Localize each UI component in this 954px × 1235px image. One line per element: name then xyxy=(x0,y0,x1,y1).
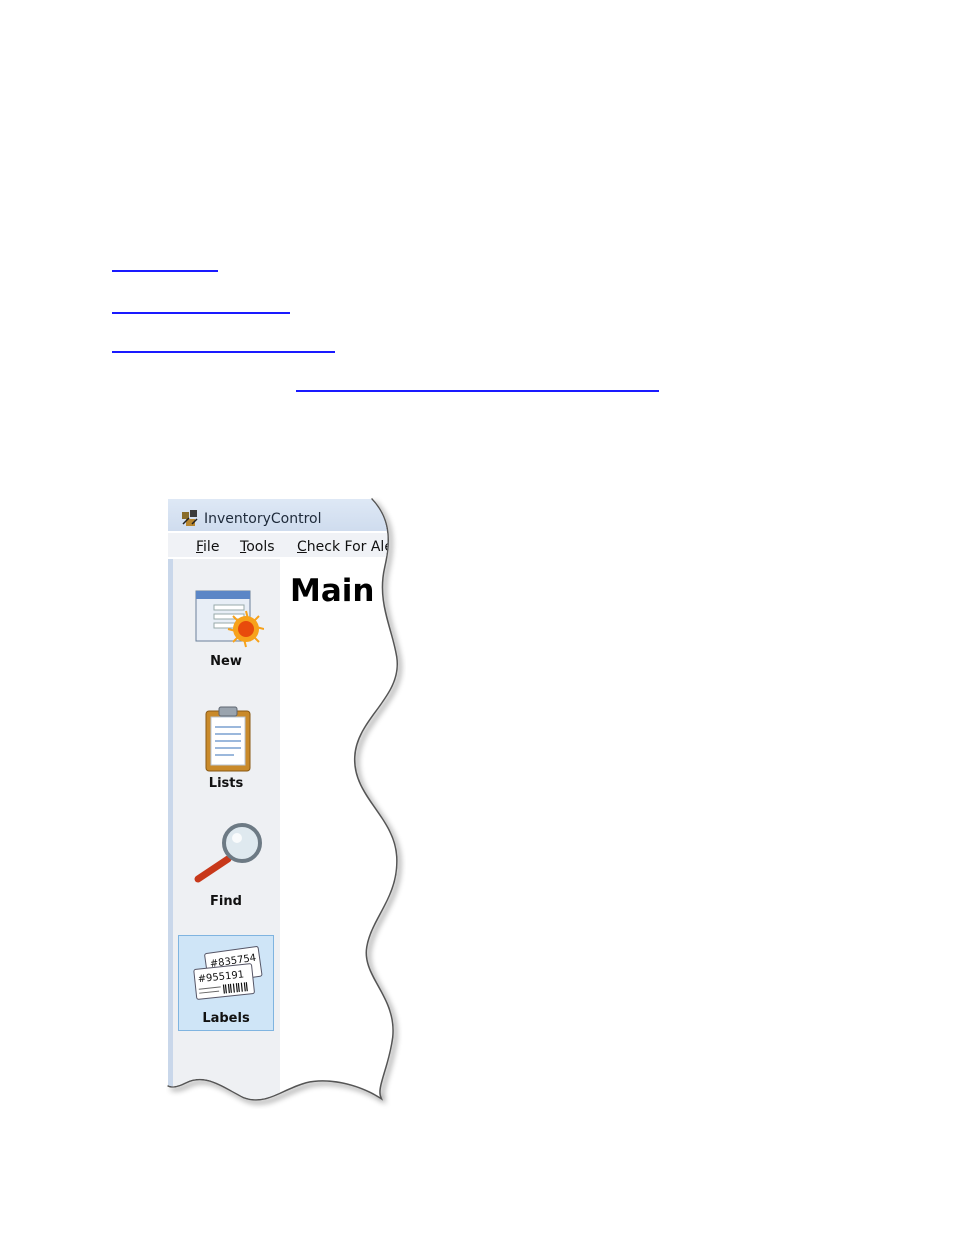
menu-bar: File Tools Check For Aler xyxy=(166,533,408,557)
menu-tools-label: ools xyxy=(246,539,275,555)
doc-link-3[interactable] xyxy=(112,351,335,353)
barcode-labels-icon: #835754 #955191 xyxy=(193,940,265,1010)
title-bar: InventoryControl xyxy=(166,497,408,531)
inventory-control-app-icon xyxy=(180,508,200,528)
menu-file-mnemonic: F xyxy=(196,539,204,555)
sidebar-item-labels-label: Labels xyxy=(202,1011,250,1026)
menu-check-for-alerts[interactable]: Check For Aler xyxy=(297,539,399,555)
menu-check-mnemonic: C xyxy=(297,539,307,555)
magnifier-icon xyxy=(192,821,264,891)
sidebar-item-labels[interactable]: #835754 #955191 Labels xyxy=(178,935,274,1031)
page-title: Main xyxy=(290,573,375,609)
menu-file-label: ile xyxy=(203,539,220,555)
app-window: InventoryControl File Tools Check For Al… xyxy=(166,497,406,1109)
doc-link-4[interactable] xyxy=(296,390,659,392)
clipboard-icon xyxy=(192,703,264,773)
menu-file[interactable]: File xyxy=(196,539,219,555)
doc-link-2[interactable] xyxy=(112,312,290,314)
window-title: InventoryControl xyxy=(204,511,322,527)
doc-link-1[interactable] xyxy=(112,270,218,272)
sidebar-item-find[interactable]: Find xyxy=(178,817,274,913)
sidebar-item-lists-label: Lists xyxy=(208,776,244,791)
menu-check-label: heck For Aler xyxy=(306,539,399,555)
new-form-icon xyxy=(192,581,264,651)
sidebar-item-find-label: Find xyxy=(210,894,242,909)
app-screenshot: InventoryControl File Tools Check For Al… xyxy=(166,497,406,1109)
sidebar-item-new[interactable]: New xyxy=(178,577,274,673)
menu-tools[interactable]: Tools xyxy=(240,539,275,555)
sidebar-item-new-label: New xyxy=(210,654,242,669)
sidebar: New Lists Find #835754 #955191 Labels xyxy=(166,559,280,1119)
sidebar-item-lists[interactable]: Lists xyxy=(178,699,274,795)
